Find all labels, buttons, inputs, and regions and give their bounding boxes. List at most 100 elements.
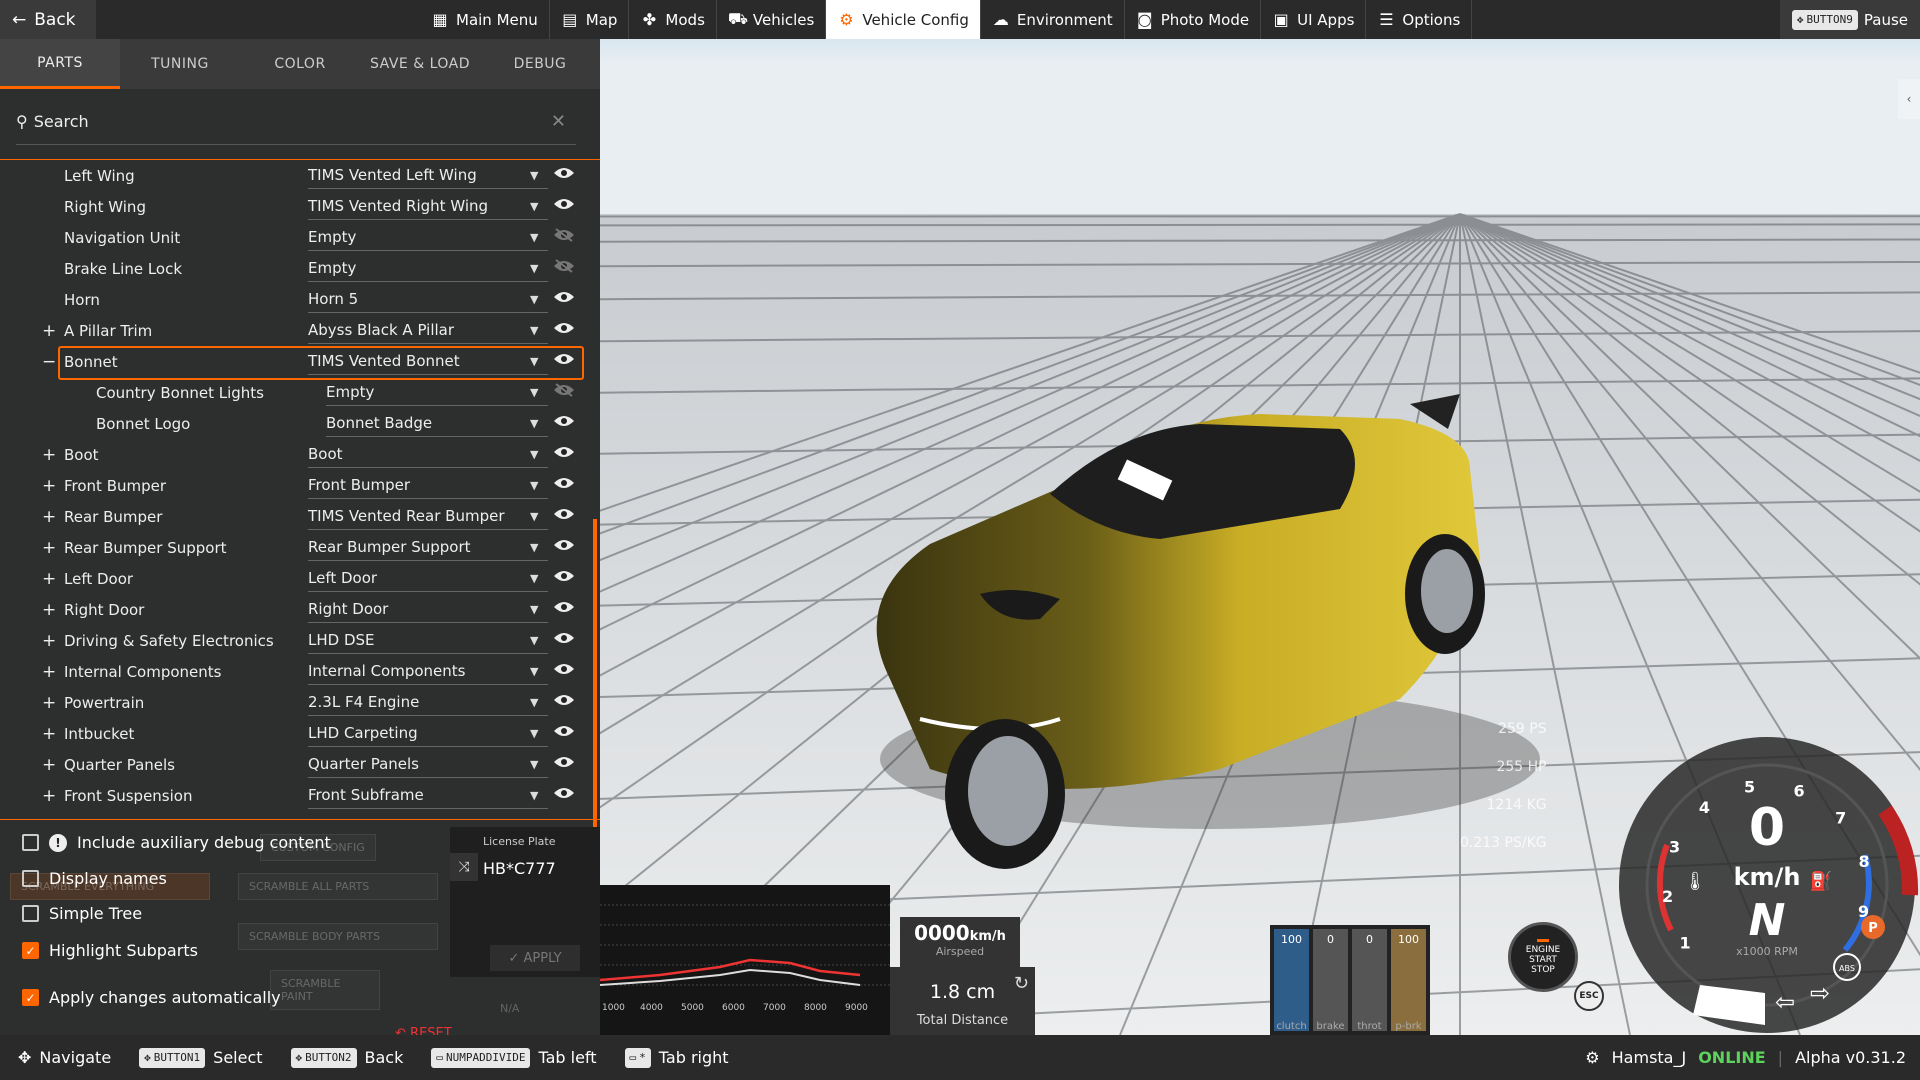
menu-map[interactable]: ▤ Map: [550, 0, 630, 39]
debug-content-option[interactable]: ! Include auxiliary debug content: [22, 833, 331, 852]
part-select[interactable]: Empty: [308, 256, 548, 282]
tab-tuning[interactable]: TUNING: [120, 39, 240, 89]
part-select[interactable]: TIMS Vented Right Wing: [308, 194, 548, 220]
menu-vehicle-config[interactable]: ⚙ Vehicle Config: [826, 0, 981, 39]
part-row[interactable]: + Rear Bumper TIMS Vented Rear Bumper ▼: [0, 501, 600, 532]
eye-icon[interactable]: [553, 631, 575, 645]
scramble-body-parts-button[interactable]: SCRAMBLE BODY PARTS: [238, 923, 438, 950]
apply-plate-button[interactable]: ✓ APPLY: [490, 945, 580, 971]
part-select[interactable]: Right Door: [308, 597, 548, 623]
part-row[interactable]: + Front Suspension Front Subframe ▼: [0, 780, 600, 811]
part-row[interactable]: − Bonnet TIMS Vented Bonnet ▼: [0, 346, 600, 380]
eye-icon[interactable]: [553, 445, 575, 459]
part-select[interactable]: Front Bumper: [308, 473, 548, 499]
expand-icon[interactable]: +: [42, 600, 56, 620]
eye-icon[interactable]: [553, 414, 575, 428]
menu-ui-apps[interactable]: ▣ UI Apps: [1261, 0, 1367, 39]
part-row[interactable]: + Internal Components Internal Component…: [0, 656, 600, 687]
expand-icon[interactable]: +: [42, 631, 56, 651]
expand-icon[interactable]: +: [42, 755, 56, 775]
display-names-checkbox[interactable]: [22, 870, 39, 887]
part-row[interactable]: Horn Horn 5 ▼: [0, 284, 600, 315]
part-select[interactable]: Empty: [308, 225, 548, 251]
eye-off-icon[interactable]: [553, 259, 575, 273]
part-row[interactable]: + Front Bumper Front Bumper ▼: [0, 470, 600, 501]
part-row[interactable]: + Rear Suspension Rear Subframe ▼: [0, 811, 600, 820]
expand-icon[interactable]: +: [42, 693, 56, 713]
part-select[interactable]: TIMS Vented Bonnet: [308, 349, 548, 375]
back-button[interactable]: ← Back: [0, 0, 96, 39]
part-select[interactable]: Left Door: [308, 566, 548, 592]
tab-debug[interactable]: DEBUG: [480, 39, 600, 89]
engine-start-stop-button[interactable]: ENGINE START STOP: [1508, 922, 1578, 992]
menu-photo-mode[interactable]: ◙ Photo Mode: [1125, 0, 1262, 39]
debug-content-checkbox[interactable]: [22, 834, 39, 851]
part-select[interactable]: LHD Carpeting: [308, 721, 548, 747]
expand-icon[interactable]: +: [42, 445, 56, 465]
expand-icon[interactable]: +: [42, 724, 56, 744]
part-row[interactable]: + Powertrain 2.3L F4 Engine ▼: [0, 687, 600, 718]
part-select[interactable]: TIMS Vented Rear Bumper: [308, 504, 548, 530]
part-select[interactable]: Boot: [308, 442, 548, 468]
expand-icon[interactable]: +: [42, 786, 56, 806]
eye-icon[interactable]: [553, 538, 575, 552]
part-select[interactable]: Bonnet Badge: [326, 411, 548, 437]
eye-icon[interactable]: [553, 321, 575, 335]
eye-icon[interactable]: [553, 507, 575, 521]
menu-options[interactable]: ☰ Options: [1366, 0, 1473, 39]
eye-icon[interactable]: [553, 662, 575, 676]
eye-icon[interactable]: [553, 569, 575, 583]
eye-icon[interactable]: [553, 755, 575, 769]
collapse-arrow-icon[interactable]: ‹: [1898, 79, 1920, 119]
eye-off-icon[interactable]: [553, 228, 575, 242]
part-row[interactable]: + Rear Bumper Support Rear Bumper Suppor…: [0, 532, 600, 563]
simple-tree-option[interactable]: Simple Tree: [22, 904, 142, 923]
display-names-option[interactable]: Display names: [22, 869, 167, 888]
eye-icon[interactable]: [553, 197, 575, 211]
clear-search-icon[interactable]: ✕: [551, 111, 566, 132]
apply-automatically-option[interactable]: ✓ Apply changes automatically: [22, 988, 281, 1007]
part-row[interactable]: + Left Door Left Door ▼: [0, 563, 600, 594]
menu-main-menu[interactable]: ▦ Main Menu: [420, 0, 550, 39]
eye-icon[interactable]: [553, 476, 575, 490]
menu-vehicles[interactable]: ⛟ Vehicles: [717, 0, 827, 39]
part-row[interactable]: Bonnet Logo Bonnet Badge ▼: [0, 408, 600, 439]
apply-automatically-checkbox[interactable]: ✓: [22, 989, 39, 1006]
part-row[interactable]: Brake Line Lock Empty ▼: [0, 253, 600, 284]
part-select[interactable]: Quarter Panels: [308, 752, 548, 778]
part-row[interactable]: + A Pillar Trim Abyss Black A Pillar ▼: [0, 315, 600, 346]
part-row[interactable]: + Intbucket LHD Carpeting ▼: [0, 718, 600, 749]
collapse-icon[interactable]: −: [42, 352, 56, 372]
tab-color[interactable]: COLOR: [240, 39, 360, 89]
part-select[interactable]: Empty: [326, 380, 548, 406]
eye-icon[interactable]: [553, 724, 575, 738]
expand-icon[interactable]: +: [42, 476, 56, 496]
tab-save-load[interactable]: SAVE & LOAD: [360, 39, 480, 89]
scramble-paint-button[interactable]: SCRAMBLE PAINT: [270, 970, 380, 1010]
part-select[interactable]: 2.3L F4 Engine: [308, 690, 548, 716]
search-input[interactable]: ⚲ Search ✕: [16, 99, 576, 145]
part-select[interactable]: Front Subframe: [308, 783, 548, 809]
pause-button[interactable]: ✥ BUTTON9 Pause: [1780, 0, 1920, 39]
eye-icon[interactable]: [553, 166, 575, 180]
part-row[interactable]: + Boot Boot ▼: [0, 439, 600, 470]
part-select[interactable]: Horn 5: [308, 287, 548, 313]
tab-parts[interactable]: PARTS: [0, 39, 120, 89]
eye-icon[interactable]: [553, 600, 575, 614]
expand-icon[interactable]: +: [42, 662, 56, 682]
part-select[interactable]: LHD DSE: [308, 628, 548, 654]
parts-scrollbar[interactable]: [593, 519, 597, 829]
expand-icon[interactable]: +: [42, 569, 56, 589]
expand-icon[interactable]: +: [42, 538, 56, 558]
menu-mods[interactable]: ✤ Mods: [629, 0, 717, 39]
expand-icon[interactable]: +: [42, 507, 56, 527]
eye-off-icon[interactable]: [553, 383, 575, 397]
license-plate-input[interactable]: HB*C777: [483, 859, 556, 878]
part-select[interactable]: Rear Bumper Support: [308, 535, 548, 561]
part-select[interactable]: Internal Components: [308, 659, 548, 685]
simple-tree-checkbox[interactable]: [22, 905, 39, 922]
part-row[interactable]: Country Bonnet Lights Empty ▼: [0, 377, 600, 408]
eye-icon[interactable]: [553, 352, 575, 366]
eye-icon[interactable]: [553, 786, 575, 800]
part-select[interactable]: Abyss Black A Pillar: [308, 318, 548, 344]
